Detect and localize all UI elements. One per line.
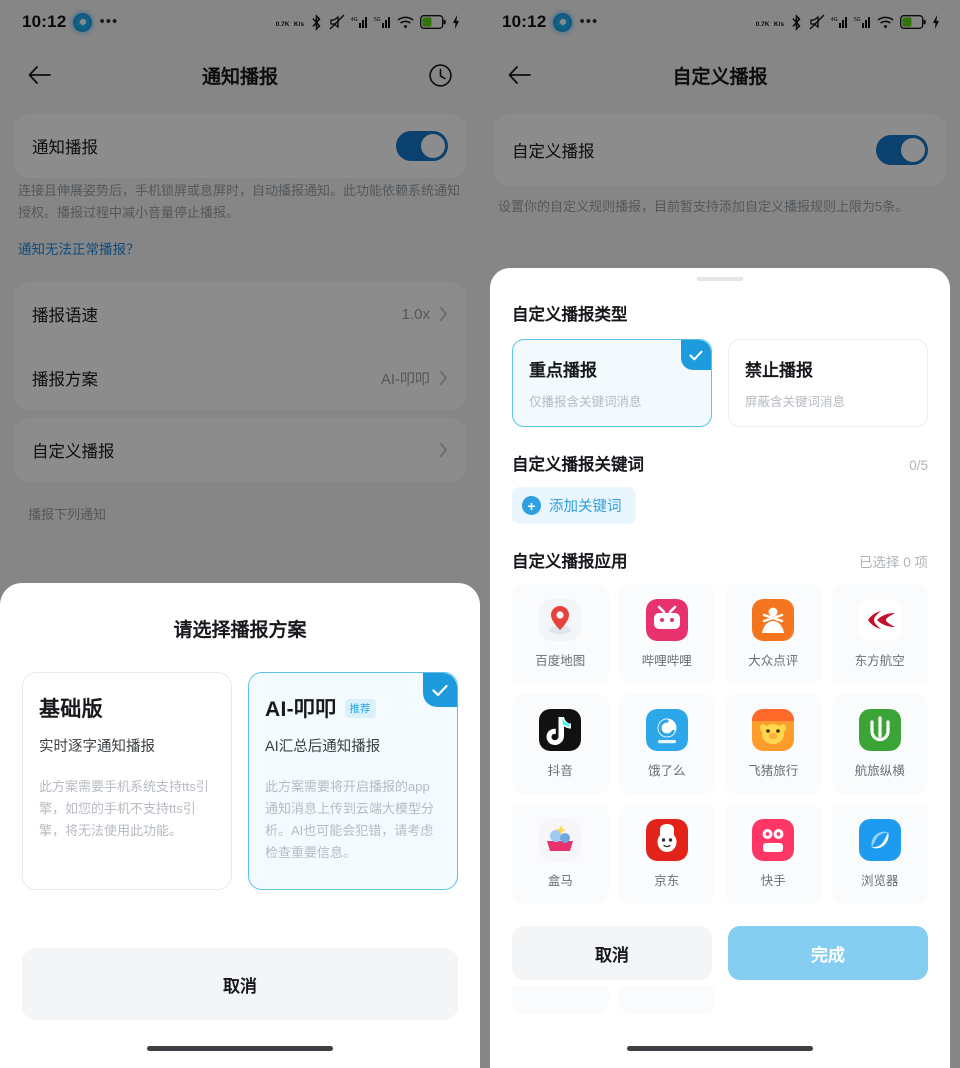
dianping-icon xyxy=(752,599,795,641)
app-name: 盒马 xyxy=(547,874,573,888)
app-cell-douyin[interactable]: 抖音 xyxy=(512,694,609,794)
broadcast-type-card-priority[interactable]: 重点播报 仅播报含关键词消息 xyxy=(512,339,712,427)
baidu-map-icon xyxy=(539,599,582,641)
screenshot-root: 10:12 ••• 0.7K K/s 4G 5G 通知播报 通知播报 连接且伸展… xyxy=(0,0,960,1068)
keyword-section-header: 自定义播报关键词 0/5 xyxy=(490,427,950,475)
plan-card-basic[interactable]: 基础版 实时逐字通知播报 此方案需要手机系统支持tts引擎，如您的手机不支持tt… xyxy=(22,672,232,890)
app-name: 快手 xyxy=(760,874,786,888)
app-name: 京东 xyxy=(654,874,680,888)
plan-ai-body: 此方案需要将开启播报的app通知消息上传到云端大模型分析。AI也可能会犯错，请考… xyxy=(265,779,435,860)
apps-section-header: 自定义播报应用 已选择 0 项 xyxy=(490,524,950,572)
add-keyword-button[interactable]: + 添加关键词 xyxy=(512,487,636,524)
plan-ai-subtitle: AI汇总后通知播报 xyxy=(265,739,381,755)
app-cell-browser[interactable]: 浏览器 xyxy=(831,804,928,904)
check-icon xyxy=(432,684,448,696)
plan-ai-title: AI-叩叩 xyxy=(265,698,337,721)
china-eastern-icon xyxy=(858,599,901,641)
umetrip-icon xyxy=(858,709,901,751)
keyword-heading: 自定义播报关键词 xyxy=(512,456,644,474)
app-cell-bilibili[interactable]: 哔哩哔哩 xyxy=(618,584,715,684)
right-home-indicator-wrap xyxy=(490,1020,950,1068)
app-cell-eleme[interactable]: 饿了么 xyxy=(618,694,715,794)
add-keyword-label: 添加关键词 xyxy=(549,499,622,515)
plan-sheet-cancel-button[interactable]: 取消 xyxy=(22,948,458,1020)
plan-basic-title-wrap: 基础版 xyxy=(39,693,215,723)
app-cell-dianping[interactable]: 大众点评 xyxy=(725,584,822,684)
app-cell-baidu-map[interactable]: 百度地图 xyxy=(512,584,609,684)
broadcast-type-section-header: 自定义播报类型 xyxy=(490,281,950,325)
plan-ai-recommended-badge: 推荐 xyxy=(344,698,376,718)
eleme-icon xyxy=(645,709,688,751)
jd-icon xyxy=(645,819,688,861)
plan-basic-subtitle: 实时逐字通知播报 xyxy=(39,739,155,755)
keyword-count: 0/5 xyxy=(909,458,928,473)
app-name: 哔哩哔哩 xyxy=(641,654,692,668)
app-name: 饿了么 xyxy=(647,764,686,778)
sheet-cancel-button[interactable]: 取消 xyxy=(512,926,712,980)
plan-card-ai[interactable]: AI-叩叩 推荐 AI汇总后通知播报 此方案需要将开启播报的app通知消息上传到… xyxy=(248,672,458,890)
home-indicator[interactable] xyxy=(627,1046,813,1051)
app-cell-jd[interactable]: 京东 xyxy=(618,804,715,904)
app-name: 东方航空 xyxy=(854,654,905,668)
plan-sheet-title: 请选择播报方案 xyxy=(173,620,307,641)
hema-icon xyxy=(539,819,582,861)
app-name: 大众点评 xyxy=(748,654,799,668)
left-phone-screen: 10:12 ••• 0.7K K/s 4G 5G 通知播报 通知播报 连接且伸展… xyxy=(0,0,480,1068)
broadcast-type-blocked-subtitle: 屏蔽含关键词消息 xyxy=(745,395,846,409)
home-indicator[interactable] xyxy=(147,1046,333,1051)
plan-basic-title: 基础版 xyxy=(39,698,103,721)
right-phone-screen: 10:12 ••• 0.7K K/s 4G 5G 自定义播报 自定义播报 设置你… xyxy=(480,0,960,1068)
app-cell-umetrip[interactable]: 航旅纵横 xyxy=(831,694,928,794)
kuaishou-icon xyxy=(752,819,795,861)
app-cell-kuaishou[interactable]: 快手 xyxy=(725,804,822,904)
broadcast-type-heading: 自定义播报类型 xyxy=(512,306,628,324)
plus-icon: + xyxy=(522,496,541,515)
app-name: 飞猪旅行 xyxy=(748,764,799,778)
plan-card-list: 基础版 实时逐字通知播报 此方案需要手机系统支持tts引擎，如您的手机不支持tt… xyxy=(0,642,480,890)
douyin-icon xyxy=(539,709,582,751)
bilibili-icon xyxy=(645,599,688,641)
broadcast-type-priority-subtitle: 仅播报含关键词消息 xyxy=(529,395,642,409)
apps-heading: 自定义播报应用 xyxy=(512,553,628,571)
broadcast-type-priority-title: 重点播报 xyxy=(529,361,597,380)
app-name: 浏览器 xyxy=(860,874,899,888)
broadcast-type-card-list: 重点播报 仅播报含关键词消息 禁止播报 屏蔽含关键词消息 xyxy=(490,325,950,427)
app-cell-hema[interactable]: 盒马 xyxy=(512,804,609,904)
plan-selection-sheet: 请选择播报方案 基础版 实时逐字通知播报 此方案需要手机系统支持tts引擎，如您… xyxy=(0,583,480,1068)
broadcast-type-selected-badge xyxy=(681,340,711,370)
fliggy-icon xyxy=(752,709,795,751)
app-cell-china-eastern[interactable]: 东方航空 xyxy=(831,584,928,684)
plan-ai-selected-badge xyxy=(423,673,457,707)
app-cell-fliggy[interactable]: 飞猪旅行 xyxy=(725,694,822,794)
plan-ai-title-wrap: AI-叩叩 推荐 xyxy=(265,693,441,723)
app-name: 百度地图 xyxy=(535,654,586,668)
plan-basic-body: 此方案需要手机系统支持tts引擎，如您的手机不支持tts引擎，将无法使用此功能。 xyxy=(39,779,209,838)
apps-selected-count: 已选择 0 项 xyxy=(858,555,928,570)
sheet-done-button[interactable]: 完成 xyxy=(728,926,928,980)
broadcast-type-card-blocked[interactable]: 禁止播报 屏蔽含关键词消息 xyxy=(728,339,928,427)
custom-broadcast-sheet: 自定义播报类型 重点播报 仅播报含关键词消息 禁止播报 屏蔽含关键词消息 自定义… xyxy=(490,268,950,1068)
check-icon xyxy=(689,350,703,360)
left-home-indicator-wrap xyxy=(0,1020,480,1068)
app-name: 抖音 xyxy=(547,764,573,778)
browser-icon xyxy=(858,819,901,861)
broadcast-type-blocked-title: 禁止播报 xyxy=(745,361,813,380)
custom-broadcast-sheet-actions: 取消 完成 xyxy=(490,912,950,986)
app-name: 航旅纵横 xyxy=(854,764,905,778)
